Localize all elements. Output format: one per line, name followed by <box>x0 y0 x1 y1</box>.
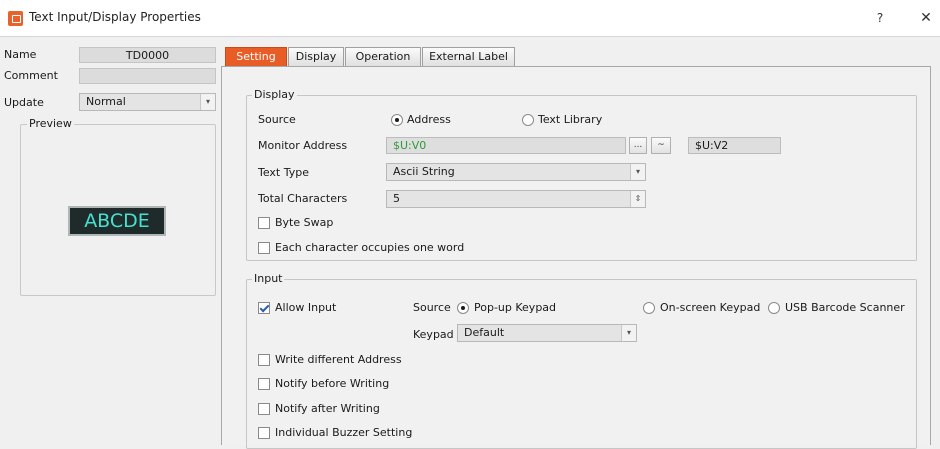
monitor-address-input[interactable]: $U:V0 <box>386 137 626 154</box>
window-title: Text Input/Display Properties <box>29 10 201 24</box>
write-different-address-checkbox[interactable] <box>258 354 270 366</box>
browse-button[interactable]: ... <box>629 137 647 154</box>
popup-keypad-label: Pop-up Keypad <box>474 301 557 314</box>
byte-swap-label: Byte Swap <box>275 216 334 229</box>
update-value: Normal <box>86 95 126 108</box>
update-label: Update <box>4 96 44 109</box>
text-type-value: Ascii String <box>393 165 455 178</box>
spinner-icon[interactable]: ⇕ <box>630 191 645 207</box>
total-characters-value: 5 <box>393 192 400 205</box>
preview-display: ABCDE <box>68 206 166 236</box>
notify-before-label: Notify before Writing <box>275 377 390 390</box>
source-text-library-radio[interactable] <box>522 114 534 126</box>
usb-barcode-label: USB Barcode Scanner <box>785 301 905 314</box>
onscreen-keypad-radio[interactable] <box>643 302 655 314</box>
input-source-label: Source <box>413 301 451 314</box>
buzzer-label: Individual Buzzer Setting <box>275 426 413 439</box>
app-icon <box>8 11 23 26</box>
source-address-label: Address <box>407 113 451 126</box>
write-different-address-label: Write different Address <box>275 353 402 366</box>
update-select[interactable]: Normal ▾ <box>79 93 216 111</box>
notify-before-checkbox[interactable] <box>258 378 270 390</box>
keypad-select[interactable]: Default ▾ <box>457 324 637 342</box>
help-button[interactable]: ? <box>870 8 890 28</box>
name-label: Name <box>4 48 37 61</box>
keypad-label: Keypad <box>413 328 454 341</box>
each-character-checkbox[interactable] <box>258 242 270 254</box>
chevron-down-icon: ▾ <box>621 325 636 341</box>
display-section-title: Display <box>252 88 297 101</box>
monitor-address-label: Monitor Address <box>258 139 348 152</box>
comment-label: Comment <box>4 69 58 82</box>
chevron-down-icon: ▾ <box>200 94 215 110</box>
tab-display[interactable]: Display <box>288 47 344 67</box>
tab-external-label[interactable]: External Label <box>422 47 515 67</box>
source-text-library-label: Text Library <box>538 113 603 126</box>
monitor-end-address[interactable]: $U:V2 <box>688 137 781 154</box>
range-tilde-button[interactable]: ~ <box>651 137 671 154</box>
onscreen-keypad-label: On-screen Keypad <box>660 301 761 314</box>
chevron-down-icon: ▾ <box>630 164 645 180</box>
notify-after-label: Notify after Writing <box>275 402 380 415</box>
name-field[interactable]: TD0000 <box>79 47 216 63</box>
text-type-select[interactable]: Ascii String ▾ <box>386 163 646 181</box>
source-address-radio[interactable] <box>391 114 403 126</box>
buzzer-checkbox[interactable] <box>258 427 270 439</box>
popup-keypad-radio[interactable] <box>457 302 469 314</box>
byte-swap-checkbox[interactable] <box>258 217 270 229</box>
source-label: Source <box>258 113 296 126</box>
total-characters-spinner[interactable]: 5 ⇕ <box>386 190 646 208</box>
total-characters-label: Total Characters <box>258 192 348 205</box>
notify-after-checkbox[interactable] <box>258 403 270 415</box>
input-section-title: Input <box>252 272 285 285</box>
tab-setting[interactable]: Setting <box>225 47 287 67</box>
usb-barcode-radio[interactable] <box>768 302 780 314</box>
allow-input-label: Allow Input <box>275 301 337 314</box>
preview-label: Preview <box>27 117 74 130</box>
allow-input-checkbox[interactable] <box>258 302 270 314</box>
each-character-label: Each character occupies one word <box>275 241 465 254</box>
title-bar: Text Input/Display Properties ? ✕ <box>0 0 940 37</box>
close-button[interactable]: ✕ <box>916 8 936 28</box>
keypad-value: Default <box>464 326 505 339</box>
tab-operation[interactable]: Operation <box>345 47 421 67</box>
comment-field[interactable] <box>79 68 216 84</box>
text-type-label: Text Type <box>258 166 310 179</box>
